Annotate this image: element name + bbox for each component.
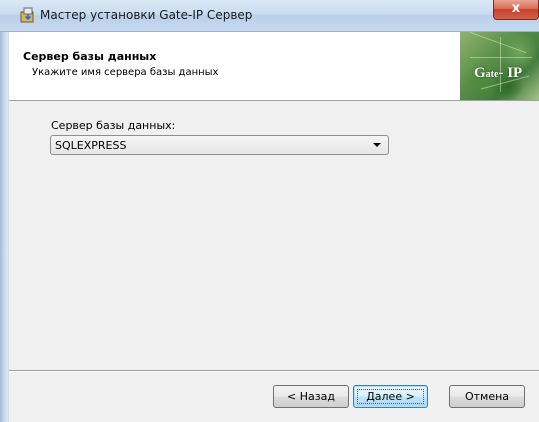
next-button[interactable]: Далее > xyxy=(353,385,428,408)
cancel-button[interactable]: Отмена xyxy=(449,385,525,408)
footer-separator xyxy=(9,370,539,372)
window-title: Мастер установки Gate-IP Сервер xyxy=(40,8,253,22)
installer-icon xyxy=(19,6,37,24)
installer-window: Мастер установки Gate-IP Сервер x Сервер… xyxy=(0,0,539,422)
next-button-label: Далее > xyxy=(366,390,415,403)
db-server-value: SQLEXPRESS xyxy=(55,139,127,152)
chevron-down-icon[interactable] xyxy=(373,143,381,147)
page-subtitle: Укажите имя сервера базы данных xyxy=(32,67,219,78)
db-server-select[interactable]: SQLEXPRESS xyxy=(50,135,389,155)
close-icon: x xyxy=(511,1,521,16)
back-button[interactable]: < Назад xyxy=(273,385,349,408)
logo-text: Gate- IP xyxy=(474,65,523,81)
gate-ip-logo: Gate- IP xyxy=(460,32,539,100)
wizard-header: Сервер базы данных Укажите имя сервера б… xyxy=(9,32,539,101)
window-left-border xyxy=(0,0,9,422)
page-title: Сервер базы данных xyxy=(23,50,157,63)
close-button[interactable]: x xyxy=(493,0,539,20)
title-bar[interactable]: Мастер установки Gate-IP Сервер x xyxy=(0,0,539,32)
db-server-label: Сервер базы данных: xyxy=(51,119,176,132)
